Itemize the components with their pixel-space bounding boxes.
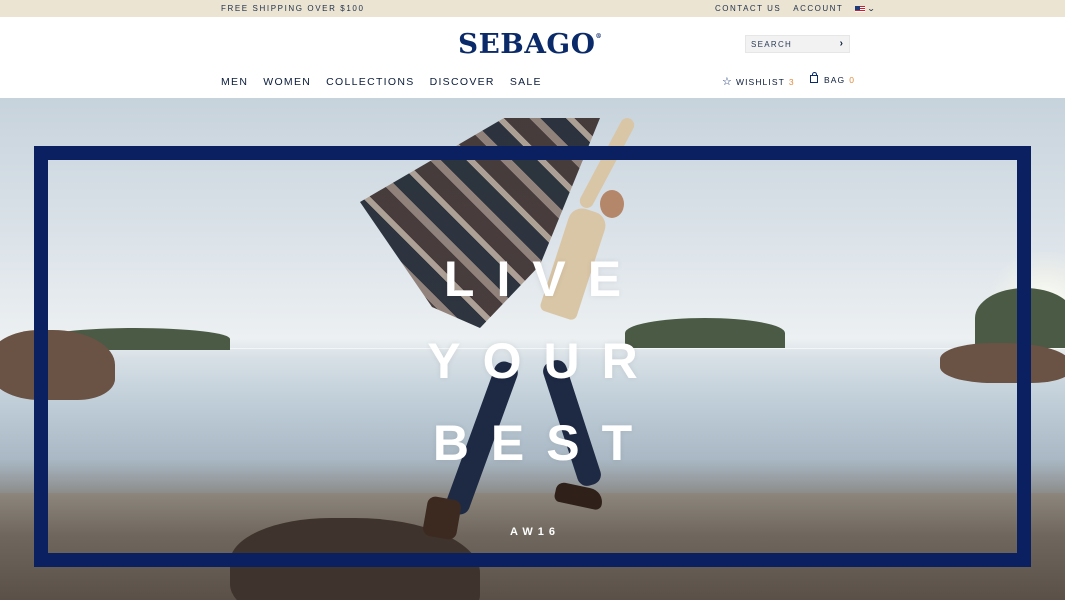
- nav-men[interactable]: MEN: [221, 76, 248, 88]
- account-link[interactable]: ACCOUNT: [793, 4, 843, 13]
- wishlist-link[interactable]: ☆ WISHLIST 3: [722, 75, 795, 88]
- star-icon: ☆: [722, 76, 733, 88]
- search-input[interactable]: SEARCH: [751, 40, 792, 49]
- utility-bar: FREE SHIPPING OVER $100 CONTACT US ACCOU…: [0, 0, 1065, 17]
- nav-sale[interactable]: SALE: [510, 76, 542, 88]
- hero-headline: LIVE YOUR BEST: [0, 238, 1065, 484]
- search-arrow-icon[interactable]: ›: [840, 38, 843, 49]
- season-label: AW16: [510, 526, 560, 538]
- wishlist-label: WISHLIST: [735, 76, 785, 87]
- bag-icon: [810, 72, 818, 83]
- free-shipping-notice: FREE SHIPPING OVER $100: [221, 4, 365, 13]
- nav-discover[interactable]: DISCOVER: [430, 76, 495, 88]
- hero-banner[interactable]: LIVE YOUR BEST AW16: [0, 98, 1065, 600]
- utility-links: CONTACT US ACCOUNT ⌄: [715, 4, 877, 13]
- headline-line: LIVE: [443, 251, 644, 307]
- bag-count: 0: [849, 75, 856, 85]
- bag-link[interactable]: BAG 0: [810, 72, 856, 85]
- nav-collections[interactable]: COLLECTIONS: [326, 76, 414, 88]
- chevron-down-icon[interactable]: ⌄: [867, 4, 878, 13]
- main-nav: MEN WOMEN COLLECTIONS DISCOVER SALE: [221, 76, 557, 88]
- site-header: SEBAGO® SEARCH › MEN WOMEN COLLECTIONS D…: [0, 17, 1065, 98]
- sebago-logo[interactable]: SEBAGO®: [458, 29, 602, 60]
- wishlist-count: 3: [788, 76, 795, 87]
- contact-us-link[interactable]: CONTACT US: [715, 4, 781, 13]
- headline-line: BEST: [432, 415, 655, 471]
- search-box[interactable]: SEARCH ›: [745, 35, 850, 53]
- nav-women[interactable]: WOMEN: [263, 76, 311, 88]
- bag-label: BAG: [824, 75, 846, 85]
- headline-line: YOUR: [427, 333, 660, 389]
- us-flag-icon[interactable]: [855, 5, 866, 12]
